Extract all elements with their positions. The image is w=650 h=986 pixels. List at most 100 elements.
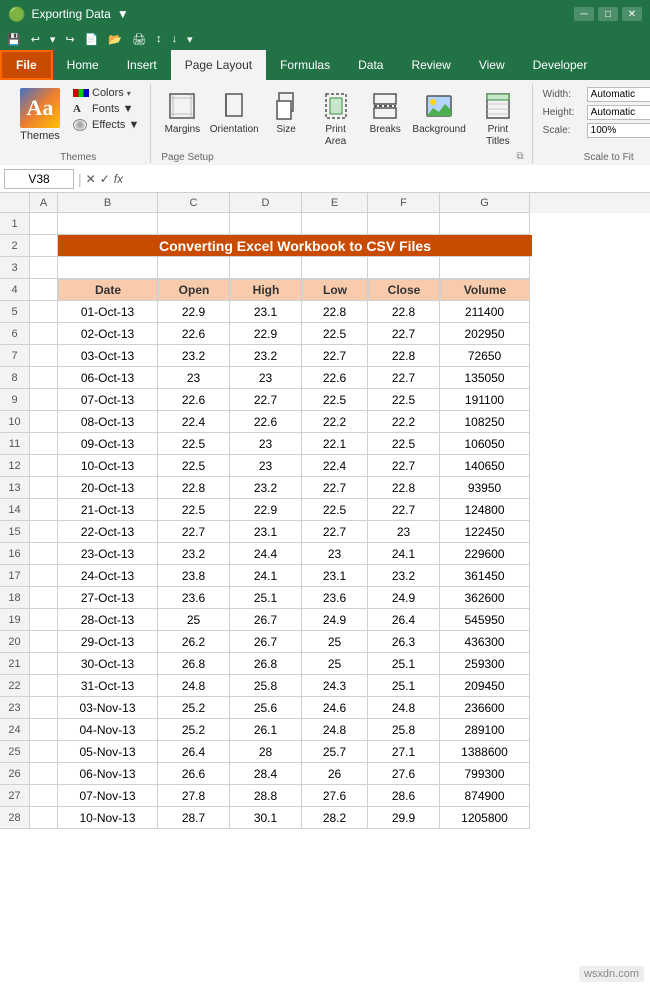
confirm-formula-btn[interactable]: ✓	[100, 172, 110, 186]
cell-a23[interactable]	[30, 697, 58, 719]
cell-high-27[interactable]: 28.8	[230, 785, 302, 807]
cell-open-17[interactable]: 23.8	[158, 565, 230, 587]
cell-date-9[interactable]: 07-Oct-13	[58, 389, 158, 411]
cell-a6[interactable]	[30, 323, 58, 345]
cell-f1[interactable]	[368, 213, 440, 235]
cell-low-5[interactable]: 22.8	[302, 301, 368, 323]
colors-button[interactable]: Colors ▾	[70, 86, 142, 100]
cell-volume-18[interactable]: 362600	[440, 587, 530, 609]
cell-volume-12[interactable]: 140650	[440, 455, 530, 477]
tab-insert[interactable]: Insert	[113, 50, 171, 80]
cell-low-14[interactable]: 22.5	[302, 499, 368, 521]
cell-low-20[interactable]: 25	[302, 631, 368, 653]
cell-low-23[interactable]: 24.6	[302, 697, 368, 719]
cell-high-16[interactable]: 24.4	[230, 543, 302, 565]
cell-high-26[interactable]: 28.4	[230, 763, 302, 785]
formula-input[interactable]	[127, 170, 646, 188]
cell-date-7[interactable]: 03-Oct-13	[58, 345, 158, 367]
cell-open-20[interactable]: 26.2	[158, 631, 230, 653]
cell-volume-13[interactable]: 93950	[440, 477, 530, 499]
cell-date-14[interactable]: 21-Oct-13	[58, 499, 158, 521]
cell-low-7[interactable]: 22.7	[302, 345, 368, 367]
cell-close-23[interactable]: 24.8	[368, 697, 440, 719]
cell-close-27[interactable]: 28.6	[368, 785, 440, 807]
cell-high-8[interactable]: 23	[230, 367, 302, 389]
cell-volume-6[interactable]: 202950	[440, 323, 530, 345]
cell-a15[interactable]	[30, 521, 58, 543]
maximize-btn[interactable]: □	[598, 7, 618, 21]
themes-button[interactable]: Aa Themes	[14, 86, 66, 144]
cell-close-20[interactable]: 26.3	[368, 631, 440, 653]
cell-volume-28[interactable]: 1205800	[440, 807, 530, 829]
tab-formulas[interactable]: Formulas	[266, 50, 344, 80]
cell-volume-16[interactable]: 229600	[440, 543, 530, 565]
cell-date-13[interactable]: 20-Oct-13	[58, 477, 158, 499]
cell-open-6[interactable]: 22.6	[158, 323, 230, 345]
cell-a12[interactable]	[30, 455, 58, 477]
new-quick-btn[interactable]: 📄	[82, 32, 102, 47]
page-setup-dialog-launcher[interactable]: ⧉	[517, 151, 524, 162]
cell-date-26[interactable]: 06-Nov-13	[58, 763, 158, 785]
cell-date-24[interactable]: 04-Nov-13	[58, 719, 158, 741]
tab-review[interactable]: Review	[397, 50, 464, 80]
cell-volume-27[interactable]: 874900	[440, 785, 530, 807]
cell-open-16[interactable]: 23.2	[158, 543, 230, 565]
cell-open-22[interactable]: 24.8	[158, 675, 230, 697]
cell-high-15[interactable]: 23.1	[230, 521, 302, 543]
cell-volume-19[interactable]: 545950	[440, 609, 530, 631]
cell-volume-20[interactable]: 436300	[440, 631, 530, 653]
cell-date-25[interactable]: 05-Nov-13	[58, 741, 158, 763]
cell-a18[interactable]	[30, 587, 58, 609]
cell-a19[interactable]	[30, 609, 58, 631]
cell-b3[interactable]	[58, 257, 158, 279]
cell-low-12[interactable]: 22.4	[302, 455, 368, 477]
print-titles-button[interactable]: Print Titles	[472, 86, 524, 150]
close-btn[interactable]: ✕	[622, 7, 642, 21]
cell-a5[interactable]	[30, 301, 58, 323]
cell-b1[interactable]	[58, 213, 158, 235]
cell-open-13[interactable]: 22.8	[158, 477, 230, 499]
cell-date-8[interactable]: 06-Oct-13	[58, 367, 158, 389]
cell-date-10[interactable]: 08-Oct-13	[58, 411, 158, 433]
cell-high-21[interactable]: 26.8	[230, 653, 302, 675]
cell-open-23[interactable]: 25.2	[158, 697, 230, 719]
cell-c1[interactable]	[158, 213, 230, 235]
cell-a11[interactable]	[30, 433, 58, 455]
cell-volume-17[interactable]: 361450	[440, 565, 530, 587]
header-open[interactable]: Open	[158, 279, 230, 301]
cell-a17[interactable]	[30, 565, 58, 587]
cell-low-9[interactable]: 22.5	[302, 389, 368, 411]
cell-volume-11[interactable]: 106050	[440, 433, 530, 455]
cell-open-10[interactable]: 22.4	[158, 411, 230, 433]
header-date[interactable]: Date	[58, 279, 158, 301]
cell-low-17[interactable]: 23.1	[302, 565, 368, 587]
cancel-formula-btn[interactable]: ✕	[86, 172, 96, 186]
tab-data[interactable]: Data	[344, 50, 397, 80]
save-quick-btn[interactable]: 💾	[4, 32, 24, 47]
cell-close-18[interactable]: 24.9	[368, 587, 440, 609]
cell-c3[interactable]	[158, 257, 230, 279]
cell-volume-10[interactable]: 108250	[440, 411, 530, 433]
scale-input[interactable]	[587, 123, 650, 138]
cell-high-5[interactable]: 23.1	[230, 301, 302, 323]
cell-date-20[interactable]: 29-Oct-13	[58, 631, 158, 653]
cell-open-24[interactable]: 25.2	[158, 719, 230, 741]
cell-open-19[interactable]: 25	[158, 609, 230, 631]
cell-date-18[interactable]: 27-Oct-13	[58, 587, 158, 609]
header-high[interactable]: High	[230, 279, 302, 301]
cell-date-6[interactable]: 02-Oct-13	[58, 323, 158, 345]
cell-high-28[interactable]: 30.1	[230, 807, 302, 829]
window-controls[interactable]: ─ □ ✕	[574, 7, 642, 21]
cell-a3[interactable]	[30, 257, 58, 279]
cell-low-19[interactable]: 24.9	[302, 609, 368, 631]
cell-open-11[interactable]: 22.5	[158, 433, 230, 455]
cell-low-8[interactable]: 22.6	[302, 367, 368, 389]
cell-close-9[interactable]: 22.5	[368, 389, 440, 411]
cell-a14[interactable]	[30, 499, 58, 521]
cell-low-10[interactable]: 22.2	[302, 411, 368, 433]
undo-quick-btn[interactable]: ↩	[28, 32, 43, 47]
cell-a4[interactable]	[30, 279, 58, 301]
orientation-button[interactable]: Orientation	[207, 86, 261, 138]
cell-close-10[interactable]: 22.2	[368, 411, 440, 433]
cell-close-15[interactable]: 23	[368, 521, 440, 543]
